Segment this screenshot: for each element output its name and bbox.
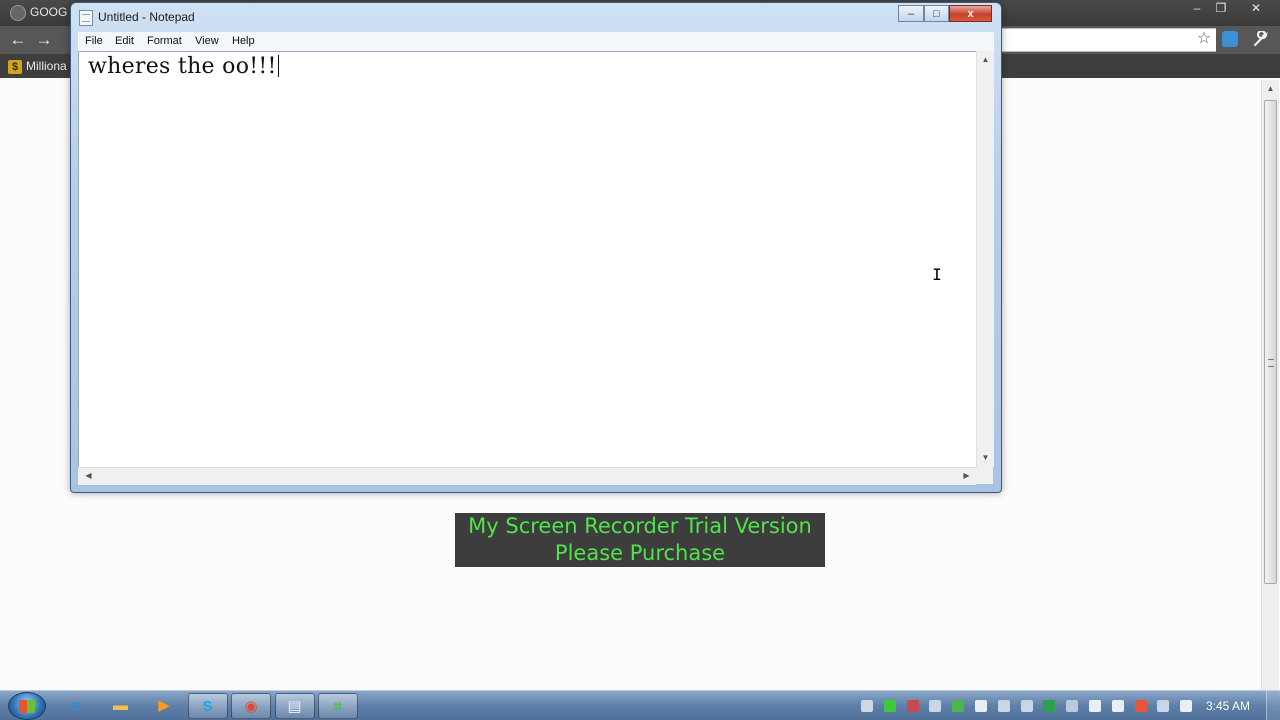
page-scroll-thumb[interactable]	[1264, 100, 1277, 584]
dollar-icon: $	[8, 59, 22, 74]
tray-icon[interactable]	[1066, 700, 1079, 712]
tray-icon[interactable]	[1157, 700, 1170, 712]
screen-recorder-icon[interactable]: ⌗	[318, 693, 358, 719]
scroll-down-arrow-icon[interactable]: ▼	[977, 451, 994, 465]
notepad-title-bar[interactable]: Untitled - Notepad ‒ □ x	[71, 3, 1001, 31]
menu-format[interactable]: Format	[147, 33, 182, 50]
tray-icon[interactable]	[883, 700, 896, 712]
wrench-icon[interactable]	[1250, 28, 1272, 50]
tray-icon[interactable]	[861, 700, 873, 712]
extension-icon[interactable]	[1222, 31, 1238, 47]
tray-icon[interactable]	[952, 700, 965, 712]
tray-icon[interactable]	[975, 700, 987, 712]
tab-favicon-icon	[10, 4, 26, 21]
browser-close-button[interactable]: ✕	[1238, 0, 1274, 18]
ibeam-cursor-icon: I	[932, 265, 942, 284]
menu-view[interactable]: View	[195, 33, 219, 50]
grip-icon	[1268, 359, 1274, 367]
media-player-icon[interactable]: ▶	[144, 693, 184, 719]
notepad-menu-bar: File Edit Format View Help	[78, 32, 994, 52]
forward-arrow-icon[interactable]: →	[34, 30, 54, 50]
ie-icon[interactable]: e	[57, 693, 97, 719]
notepad-maximize-button[interactable]: □	[924, 5, 949, 22]
size-grip	[976, 467, 993, 484]
notepad-title: Untitled - Notepad	[98, 10, 195, 24]
clock[interactable]: 3:45 AM	[1200, 691, 1256, 720]
browser-tab-title: GOOG	[30, 5, 68, 19]
notepad-vertical-scrollbar[interactable]: ▲ ▼	[976, 51, 994, 467]
recorder-watermark: My Screen Recorder Trial Version Please …	[455, 513, 825, 567]
bookmark-label: Milliona	[26, 59, 67, 73]
notepad-app-icon	[79, 10, 93, 26]
browser-minimize-button[interactable]: ‒	[1184, 0, 1210, 18]
scroll-up-arrow-icon[interactable]: ▲	[977, 53, 994, 67]
tray-icon[interactable]	[997, 700, 1010, 712]
menu-help[interactable]: Help	[232, 33, 255, 50]
browser-restore-button[interactable]: ❐	[1208, 0, 1234, 18]
tray-icon[interactable]	[1020, 700, 1033, 712]
tray-icon[interactable]	[929, 700, 942, 712]
scroll-right-arrow-icon[interactable]: ▶	[958, 469, 975, 483]
notepad-content: wheres the oo!!!	[88, 54, 277, 79]
watermark-line-2: Please Purchase	[554, 541, 726, 565]
notepad-close-button[interactable]: x	[949, 5, 992, 22]
tray-icon[interactable]	[1111, 700, 1124, 712]
menu-edit[interactable]: Edit	[115, 33, 134, 50]
notepad-minimize-button[interactable]: ‒	[898, 5, 924, 22]
tray-icon[interactable]	[906, 700, 919, 712]
notepad-text-area[interactable]: wheres the oo!!!	[78, 51, 986, 468]
tray-icon[interactable]	[1043, 700, 1056, 712]
back-arrow-icon[interactable]: ←	[8, 30, 28, 50]
tray-icon[interactable]	[1180, 700, 1193, 712]
tray-icon[interactable]	[1089, 700, 1101, 712]
explorer-folder-icon[interactable]: ▬	[101, 693, 141, 719]
taskbar: e ▬ ▶ S ◉ ▤ ⌗ 3:45 AM	[0, 690, 1280, 720]
scroll-left-arrow-icon[interactable]: ◀	[80, 469, 97, 483]
notepad-horizontal-scrollbar[interactable]: ◀ ▶	[78, 467, 976, 485]
scroll-up-icon[interactable]: ▲	[1262, 82, 1279, 96]
notepad-window: Untitled - Notepad ‒ □ x File Edit Forma…	[70, 2, 1002, 493]
skype-icon[interactable]: S	[187, 693, 228, 719]
start-button[interactable]	[8, 692, 46, 720]
text-caret	[277, 55, 279, 77]
page-scrollbar[interactable]: ▲	[1261, 80, 1279, 690]
star-icon[interactable]: ☆	[1193, 28, 1215, 50]
notepad-icon[interactable]: ▤	[274, 693, 315, 719]
show-desktop-button[interactable]	[1266, 691, 1280, 720]
watermark-line-1: My Screen Recorder Trial Version	[468, 514, 812, 538]
menu-file[interactable]: File	[85, 33, 103, 50]
tray-icon[interactable]	[1134, 700, 1147, 712]
chrome-icon[interactable]: ◉	[231, 693, 271, 719]
address-bar[interactable]	[1000, 28, 1216, 52]
bookmark-item[interactable]: $ Milliona	[8, 57, 67, 75]
